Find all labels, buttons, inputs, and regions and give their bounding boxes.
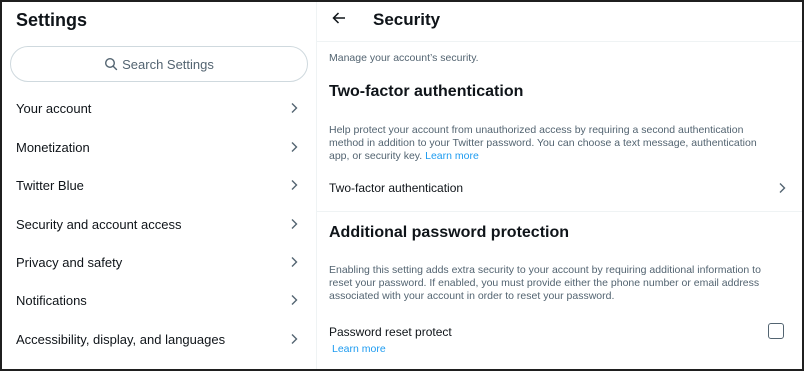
two-factor-row-label: Two-factor authentication <box>329 181 464 195</box>
password-reset-protect-row[interactable]: Password reset protect <box>317 320 802 344</box>
chevron-right-icon <box>288 179 300 191</box>
chevron-right-icon <box>288 218 300 230</box>
chevron-right-icon <box>288 102 300 114</box>
sidebar-item-label: Accessibility, display, and languages <box>16 331 226 347</box>
arrow-left-icon <box>332 11 346 30</box>
sidebar-title: Settings <box>16 10 88 30</box>
security-panel: Security Manage your account’s security.… <box>317 2 802 369</box>
search-input[interactable]: Search Settings <box>10 46 308 82</box>
sidebar-item-label: Privacy and safety <box>16 254 123 270</box>
sidebar-item-label: Your account <box>16 100 92 116</box>
sidebar-item-label: Monetization <box>16 139 90 155</box>
learn-more-link[interactable]: Learn more <box>332 343 386 356</box>
two-factor-heading: Two-factor authentication <box>329 83 524 100</box>
sidebar-item-your-account[interactable]: Your account <box>2 89 316 127</box>
sidebar-item-label: Twitter Blue <box>16 177 84 193</box>
sidebar-item-privacy[interactable]: Privacy and safety <box>2 243 316 281</box>
sidebar-item-security[interactable]: Security and account access <box>2 205 316 243</box>
chevron-right-icon <box>288 256 300 268</box>
password-reset-protect-label: Password reset protect <box>329 325 452 339</box>
two-factor-row[interactable]: Two-factor authentication <box>317 170 802 206</box>
search-placeholder: Search Settings <box>122 56 214 72</box>
sidebar-item-notifications[interactable]: Notifications <box>2 281 316 319</box>
chevron-right-icon <box>288 294 300 306</box>
chevron-right-icon <box>288 141 300 153</box>
chevron-right-icon <box>776 182 788 194</box>
page-title: Security <box>373 10 441 29</box>
settings-window: Settings Search Settings Your account Mo… <box>0 0 804 371</box>
settings-sidebar: Settings Search Settings Your account Mo… <box>2 2 317 369</box>
two-factor-description: Help protect your account from unauthori… <box>329 124 777 163</box>
page-description: Manage your account’s security. <box>329 52 479 64</box>
two-factor-body: Help protect your account from unauthori… <box>329 124 757 162</box>
panel-header: Security <box>317 2 802 42</box>
sidebar-item-label: Security and account access <box>16 216 182 232</box>
sidebar-item-accessibility[interactable]: Accessibility, display, and languages <box>2 320 316 358</box>
sidebar-item-monetization[interactable]: Monetization <box>2 128 316 166</box>
sidebar-item-twitter-blue[interactable]: Twitter Blue <box>2 166 316 204</box>
password-reset-protect-checkbox[interactable] <box>768 323 784 339</box>
password-protection-heading: Additional password protection <box>329 224 570 241</box>
section-divider <box>317 211 802 212</box>
password-protection-description: Enabling this setting adds extra securit… <box>329 264 761 302</box>
search-icon <box>104 57 118 71</box>
back-button[interactable] <box>329 10 349 30</box>
sidebar-item-label: Notifications <box>16 292 87 308</box>
chevron-right-icon <box>288 333 300 345</box>
learn-more-link[interactable]: Learn more <box>425 150 479 162</box>
